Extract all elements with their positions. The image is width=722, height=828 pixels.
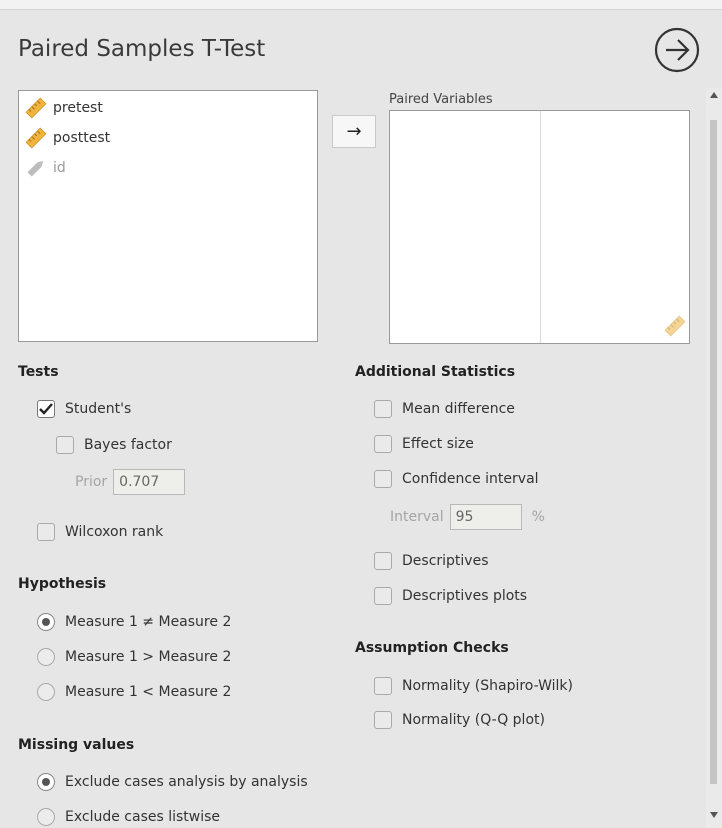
- bayes-factor-label: Bayes factor: [84, 437, 172, 453]
- descriptives-checkbox[interactable]: Descriptives: [374, 552, 489, 570]
- checkbox-box[interactable]: [374, 552, 392, 570]
- students-checkbox[interactable]: Student's: [37, 400, 131, 418]
- ruler-icon: [25, 97, 47, 119]
- missing-radio-analysis[interactable]: Exclude cases analysis by analysis: [37, 773, 308, 791]
- variable-item-id[interactable]: id: [25, 157, 66, 179]
- variable-list[interactable]: pretest posttest id: [18, 90, 318, 342]
- prior-input[interactable]: [113, 469, 186, 495]
- descriptives-label: Descriptives: [402, 553, 489, 569]
- checkbox-box[interactable]: [56, 436, 74, 454]
- scroll-up-icon[interactable]: [710, 92, 718, 98]
- missing-values-heading: Missing values: [18, 737, 135, 753]
- checkbox-box[interactable]: [37, 400, 55, 418]
- checkbox-box[interactable]: [374, 470, 392, 488]
- shapiro-wilk-label: Normality (Shapiro-Wilk): [402, 678, 573, 694]
- tests-heading: Tests: [18, 364, 59, 380]
- run-arrow-icon[interactable]: [654, 27, 700, 73]
- variable-item-pretest[interactable]: pretest: [25, 97, 103, 119]
- interval-input[interactable]: [449, 504, 522, 530]
- qq-plot-label: Normality (Q-Q plot): [402, 712, 545, 728]
- checkbox-box[interactable]: [374, 711, 392, 729]
- variable-item-posttest[interactable]: posttest: [25, 127, 110, 149]
- confidence-interval-label: Confidence interval: [402, 471, 539, 487]
- column-divider: [540, 111, 541, 343]
- checkbox-box[interactable]: [374, 435, 392, 453]
- radio-button[interactable]: [37, 648, 55, 666]
- checkbox-box[interactable]: [374, 400, 392, 418]
- checkbox-box[interactable]: [37, 523, 55, 541]
- bayes-factor-checkbox[interactable]: Bayes factor: [56, 436, 172, 454]
- effect-size-label: Effect size: [402, 436, 474, 452]
- wilcoxon-checkbox[interactable]: Wilcoxon rank: [37, 523, 163, 541]
- interval-label: Interval: [390, 509, 444, 525]
- prior-row: Prior: [75, 469, 186, 495]
- check-icon: [39, 403, 53, 415]
- hypothesis-label: Measure 1 ≠ Measure 2: [65, 614, 232, 630]
- additional-statistics-heading: Additional Statistics: [355, 364, 516, 380]
- hypothesis-label: Measure 1 < Measure 2: [65, 684, 232, 700]
- prior-label: Prior: [75, 474, 108, 490]
- checkbox-box[interactable]: [374, 587, 392, 605]
- ruler-icon: [664, 315, 686, 337]
- shapiro-wilk-checkbox[interactable]: Normality (Shapiro-Wilk): [374, 677, 573, 695]
- scrollbar-thumb[interactable]: [710, 120, 717, 784]
- variable-label: id: [53, 160, 66, 176]
- page-title: Paired Samples T-Test: [18, 36, 266, 62]
- assumption-checks-heading: Assumption Checks: [355, 640, 509, 656]
- radio-button[interactable]: [37, 683, 55, 701]
- checkbox-box[interactable]: [374, 677, 392, 695]
- scroll-down-icon[interactable]: [710, 812, 718, 818]
- mean-difference-label: Mean difference: [402, 401, 515, 417]
- paired-variables-box[interactable]: [389, 110, 690, 344]
- missing-radio-listwise[interactable]: Exclude cases listwise: [37, 808, 220, 826]
- hypothesis-radio-lt[interactable]: Measure 1 < Measure 2: [37, 683, 231, 701]
- radio-button[interactable]: [37, 808, 55, 826]
- descriptives-plots-label: Descriptives plots: [402, 588, 528, 604]
- paired-variables-label: Paired Variables: [389, 92, 493, 107]
- interval-row: Interval %: [390, 504, 545, 530]
- mean-difference-checkbox[interactable]: Mean difference: [374, 400, 515, 418]
- confidence-interval-checkbox[interactable]: Confidence interval: [374, 470, 539, 488]
- hypothesis-heading: Hypothesis: [18, 576, 107, 592]
- variable-label: pretest: [53, 100, 103, 116]
- descriptives-plots-checkbox[interactable]: Descriptives plots: [374, 587, 527, 605]
- top-border: [0, 0, 722, 10]
- hypothesis-radio-gt[interactable]: Measure 1 > Measure 2: [37, 648, 231, 666]
- effect-size-checkbox[interactable]: Effect size: [374, 435, 474, 453]
- qq-plot-checkbox[interactable]: Normality (Q-Q plot): [374, 711, 545, 729]
- move-to-paired-button[interactable]: →: [332, 115, 376, 148]
- missing-label: Exclude cases analysis by analysis: [65, 774, 308, 790]
- interval-unit: %: [531, 509, 545, 525]
- ruler-icon: [25, 127, 47, 149]
- nominal-pencil-icon: [27, 160, 44, 177]
- missing-label: Exclude cases listwise: [65, 809, 221, 825]
- hypothesis-radio-neq[interactable]: Measure 1 ≠ Measure 2: [37, 613, 231, 631]
- hypothesis-label: Measure 1 > Measure 2: [65, 649, 232, 665]
- variable-label: posttest: [53, 130, 111, 146]
- wilcoxon-label: Wilcoxon rank: [65, 524, 164, 540]
- radio-button[interactable]: [37, 613, 55, 631]
- radio-button[interactable]: [37, 773, 55, 791]
- students-label: Student's: [65, 401, 132, 417]
